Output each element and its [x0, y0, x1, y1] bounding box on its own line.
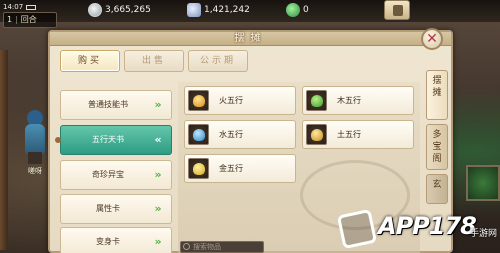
round-separator: | — [15, 15, 18, 24]
category-transform-card[interactable]: 变身卡 » — [60, 227, 172, 253]
category-label: 普通技能书 — [88, 100, 128, 109]
item-label: 木五行 — [337, 96, 361, 105]
side-tab-label: 摆摊 — [432, 76, 442, 98]
item-label: 水五行 — [219, 130, 243, 139]
category-label: 属性卡 — [96, 204, 120, 213]
category-five-element-book[interactable]: 五行天书 « — [55, 125, 172, 155]
category-rare-treasure[interactable]: 奇珍异宝 » — [60, 160, 172, 190]
item-label: 火五行 — [219, 96, 243, 105]
close-button[interactable]: ✕ — [421, 28, 443, 50]
round-indicator: 1 | 回合 — [3, 12, 57, 28]
item-water-element[interactable]: 水五行 — [184, 120, 296, 149]
round-label: 回合 — [20, 15, 37, 24]
item-fire-element[interactable]: 火五行 — [184, 86, 296, 115]
round-value: 1 — [7, 15, 13, 24]
side-tab-treasure-pavilion[interactable]: 多宝阁 — [426, 124, 448, 170]
chevron-right-icon: » — [154, 202, 162, 215]
item-icon-frame — [306, 90, 327, 111]
watermark-text: APP178 — [378, 212, 477, 240]
wood-gem-icon — [311, 95, 323, 107]
item-label: 金五行 — [219, 164, 243, 173]
clock-time: 14:07 — [3, 3, 24, 11]
item-earth-element[interactable]: 土五行 — [302, 120, 414, 149]
water-gem-icon — [193, 129, 205, 141]
silver-coin-icon — [88, 2, 102, 17]
tab-notice[interactable]: 公示期 — [188, 50, 248, 72]
resource-crystal-value: 1,421,242 — [204, 5, 250, 15]
search-input[interactable]: 搜索物品 — [180, 241, 264, 253]
panel-title: 摆摊 — [234, 33, 267, 44]
jade-icon — [286, 2, 300, 17]
resource-silver[interactable]: 3,665,265 — [88, 2, 151, 18]
category-label: 变身卡 — [96, 237, 120, 246]
character-body — [25, 124, 45, 154]
category-attribute-card[interactable]: 属性卡 » — [60, 194, 172, 224]
item-label: 土五行 — [337, 130, 361, 139]
chevron-left-icon: « — [154, 133, 162, 146]
status-clock: 14:07 — [3, 2, 53, 12]
chevron-right-icon: » — [154, 235, 162, 248]
phone-logo-icon — [336, 208, 378, 250]
player-character[interactable] — [20, 110, 50, 165]
resource-silver-value: 3,665,265 — [105, 5, 151, 15]
earth-gem-icon — [311, 129, 323, 141]
chevron-right-icon: » — [154, 98, 162, 111]
metal-gem-icon — [193, 163, 205, 175]
item-icon-frame — [188, 158, 209, 179]
character-legs — [28, 152, 42, 164]
right-side-portrait[interactable] — [466, 165, 500, 201]
item-icon-frame — [188, 90, 209, 111]
panel-header: 摆摊 — [50, 32, 451, 46]
resource-jade[interactable]: 0 — [286, 2, 309, 18]
side-tab-label: 多宝阁 — [432, 130, 442, 164]
crystal-icon — [187, 2, 201, 17]
side-tab-label: 玄 — [432, 180, 442, 190]
item-wood-element[interactable]: 木五行 — [302, 86, 414, 115]
item-icon-frame — [306, 124, 327, 145]
top-resource-bar: 14:07 3,665,265 1,421,242 0 — [0, 0, 500, 22]
fire-gem-icon — [193, 95, 205, 107]
side-tab-third[interactable]: 玄 — [426, 174, 448, 204]
left-decor-strip — [0, 50, 8, 250]
character-name: 嗟呀 — [28, 167, 42, 175]
category-label: 五行天书 — [92, 135, 124, 144]
site-watermark: APP178 手游网 — [336, 208, 500, 250]
category-normal-skill-book[interactable]: 普通技能书 » — [60, 90, 172, 120]
item-icon-frame — [188, 124, 209, 145]
side-tab-stall[interactable]: 摆摊 — [426, 70, 448, 120]
resource-jade-value: 0 — [303, 5, 309, 15]
search-icon — [183, 243, 190, 250]
tab-buy[interactable]: 购买 — [60, 50, 120, 72]
category-label: 奇珍异宝 — [92, 170, 124, 179]
search-placeholder: 搜索物品 — [193, 243, 221, 251]
resource-crystal[interactable]: 1,421,242 — [187, 2, 250, 18]
watermark-subtext: 手游网 — [470, 229, 498, 239]
chevron-right-icon: » — [154, 168, 162, 181]
treasure-chest-icon[interactable] — [384, 0, 410, 20]
battery-icon — [26, 4, 37, 10]
item-metal-element[interactable]: 金五行 — [184, 154, 296, 183]
tab-sell[interactable]: 出售 — [124, 50, 184, 72]
